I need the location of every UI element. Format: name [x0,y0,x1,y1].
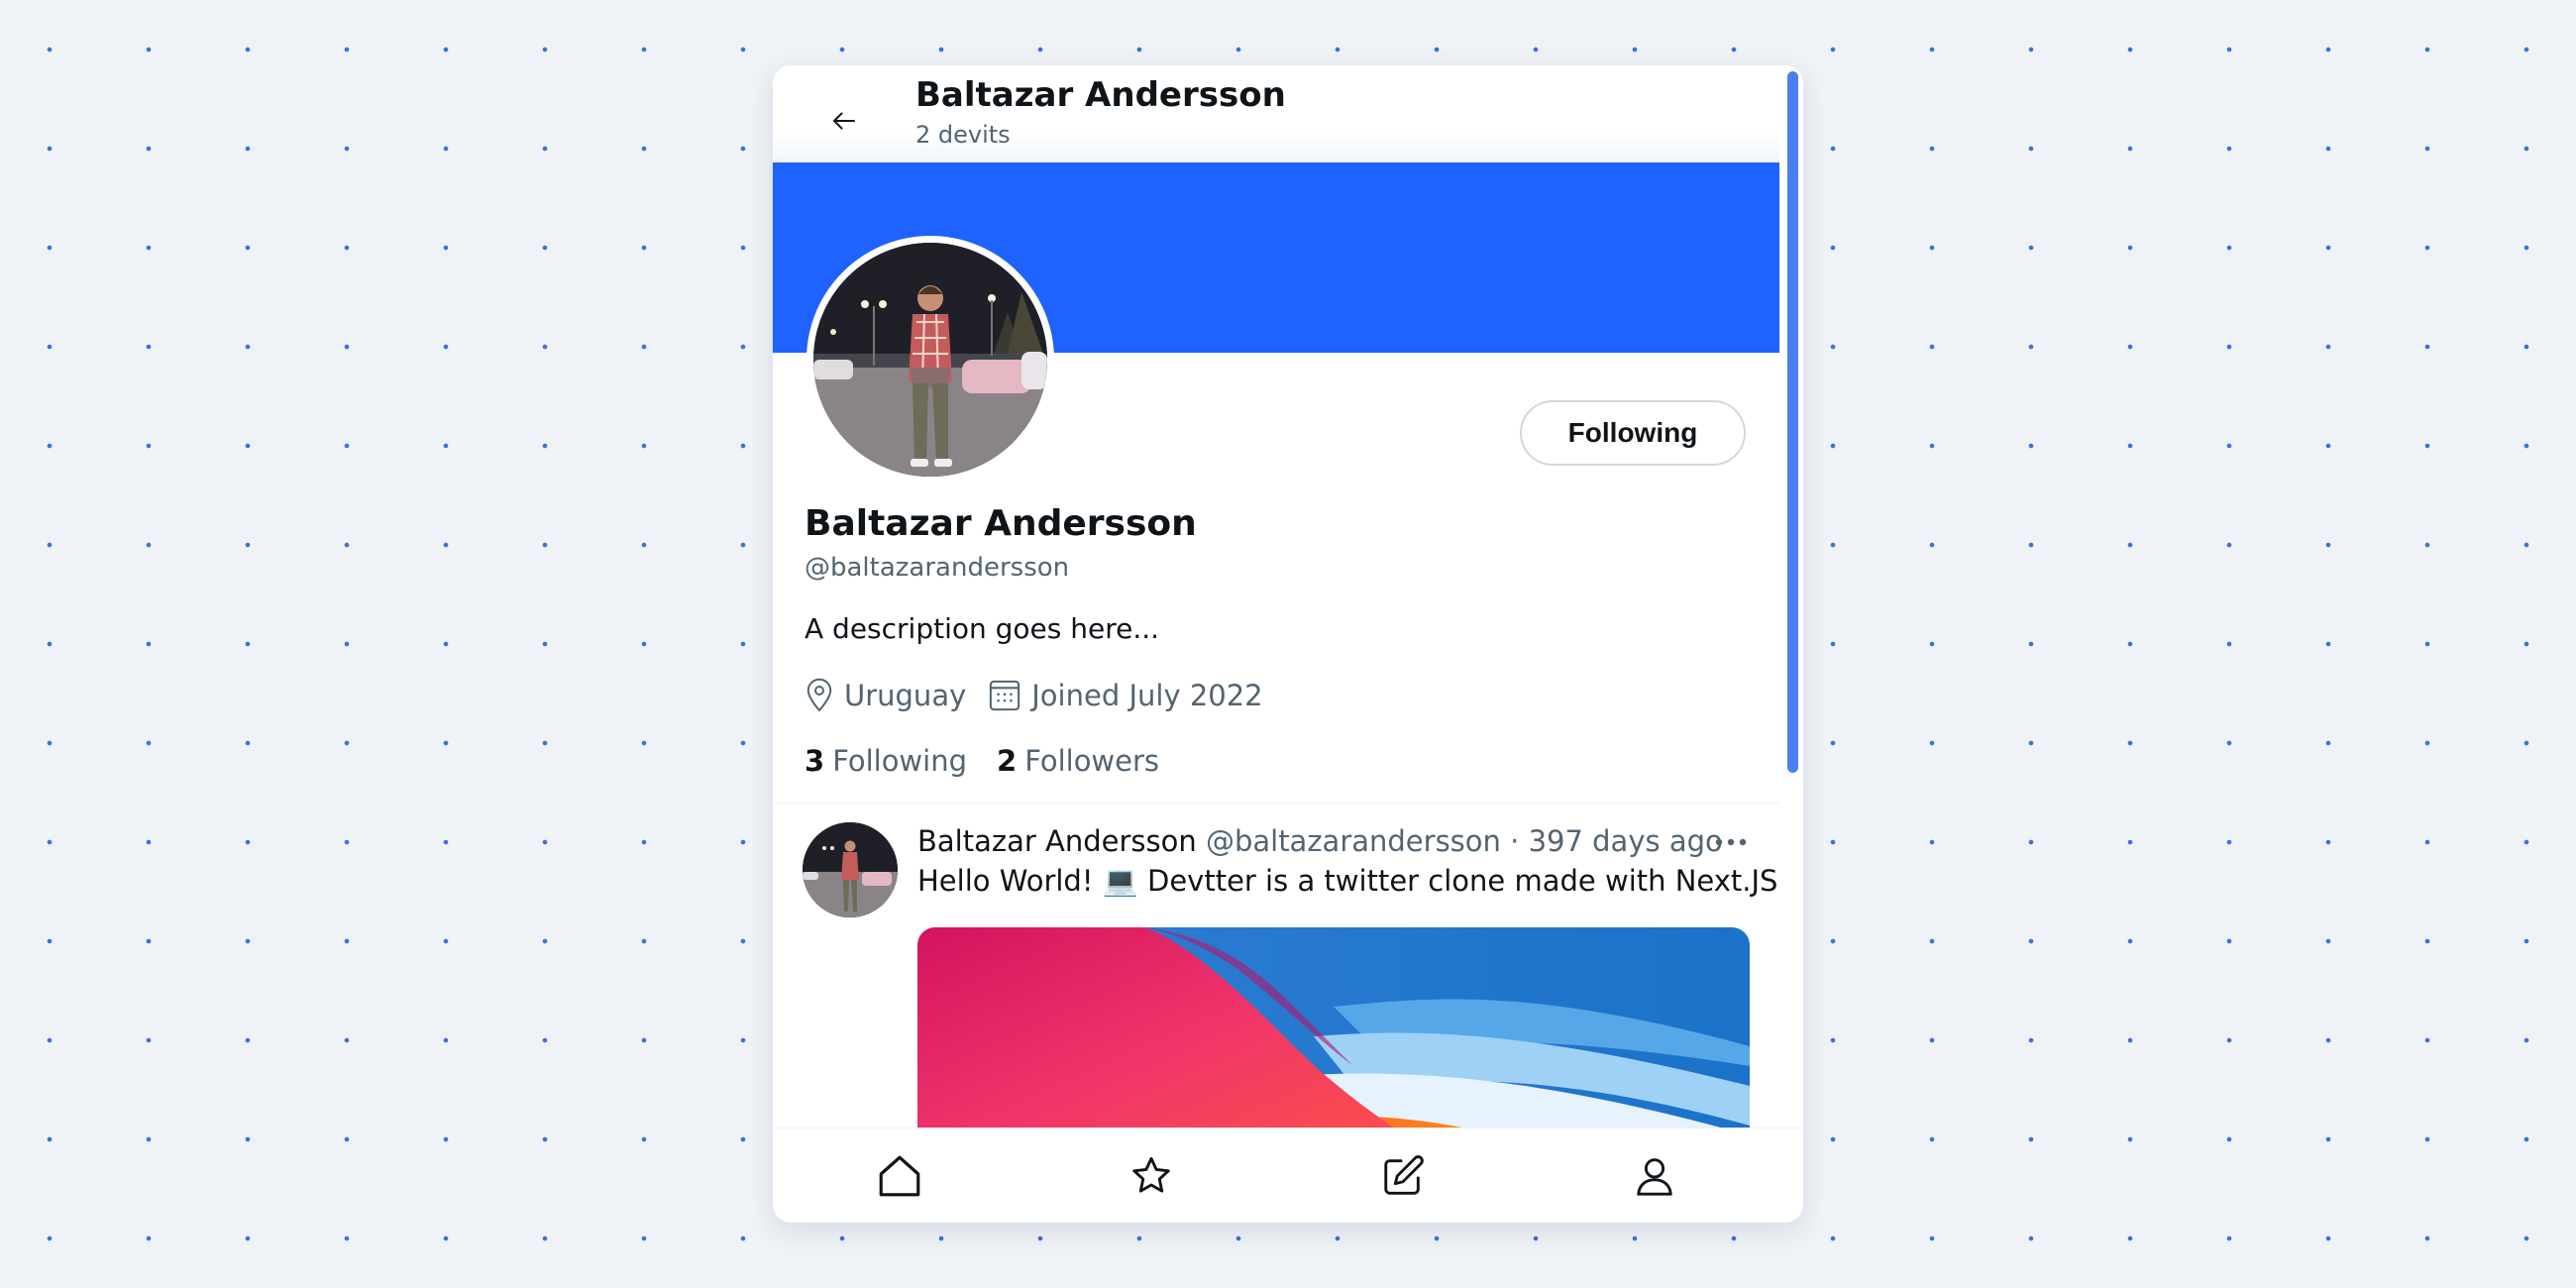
profile-scroll-area[interactable]: Baltazar Andersson 2 devits Following Ba… [773,65,1779,1127]
profile-icon [1637,1158,1672,1196]
bottom-navigation [773,1127,1803,1223]
post-author-name[interactable]: Baltazar Andersson [917,824,1197,858]
post-author-handle[interactable]: @baltazarandersson [1206,824,1501,858]
profile-avatar[interactable] [806,236,1054,483]
nav-compose[interactable] [1371,1144,1435,1208]
profile-location: Uruguay [844,679,967,712]
section-divider [773,803,1779,804]
profile-stats: 3 Following 2 Followers [805,739,1159,783]
following-stat[interactable]: 3 Following [805,744,967,778]
profile-bio: A description goes here... [805,612,1160,645]
post-avatar[interactable] [803,822,898,917]
post-more-button[interactable] [1704,822,1758,862]
post-timestamp: · 397 days ago [1500,824,1723,858]
profile-handle: @baltazarandersson [805,553,1070,583]
post-image[interactable] [917,927,1750,1127]
app-window: Baltazar Andersson 2 devits Following Ba… [773,65,1803,1223]
followers-count: 2 [997,744,1018,778]
scrollbar-thumb[interactable] [1787,71,1798,773]
nav-favorites[interactable] [1120,1144,1183,1208]
following-button[interactable]: Following [1520,400,1746,466]
arrow-left-icon [833,112,855,130]
devit-count: 2 devits [915,121,1011,149]
nav-home[interactable] [868,1144,931,1208]
profile-joined: Joined July 2022 [1031,679,1263,712]
profile-meta: Uruguay Joined July 2022 [805,674,1263,717]
profile-header: Baltazar Andersson 2 devits [773,65,1779,162]
home-icon [879,1155,920,1197]
back-button[interactable] [816,93,872,149]
followers-label: Followers [1024,744,1160,778]
followers-stat[interactable]: 2 Followers [997,744,1159,778]
following-count: 3 [805,744,825,778]
location-pin-icon [805,678,834,713]
following-label: Following [832,744,967,778]
post-wallpaper-image [917,927,1750,1127]
post-avatar-photo [803,822,898,917]
profile-name: Baltazar Andersson [805,503,1197,544]
avatar-photo [813,243,1047,477]
post-text: Hello World! 💻 Devtter is a twitter clon… [917,864,1778,898]
scrollbar[interactable] [1783,65,1803,1127]
star-icon [1132,1156,1170,1193]
calendar-icon [988,678,1021,713]
nav-profile[interactable] [1623,1144,1686,1208]
header-title: Baltazar Andersson [915,75,1286,115]
compose-icon [1384,1155,1424,1195]
more-dots-icon [1715,838,1747,846]
post-meta: Baltazar Andersson @baltazarandersson · … [917,824,1723,858]
